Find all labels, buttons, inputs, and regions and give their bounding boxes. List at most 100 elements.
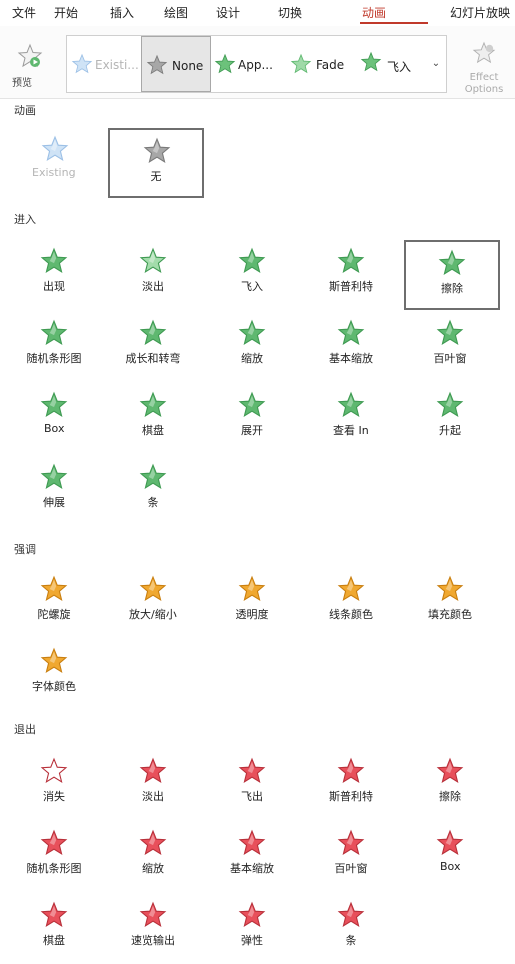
effect-item-label: 升起: [439, 424, 461, 437]
animation-star-icon: [337, 391, 365, 417]
tab-animations[interactable]: 动画: [362, 4, 386, 21]
tab-transitions[interactable]: 切换: [278, 4, 302, 21]
animation-star-icon: [238, 319, 266, 345]
effect-item-label: 擦除: [439, 790, 461, 803]
exit-effect-item[interactable]: 飞出: [206, 750, 302, 820]
section-header-entrance: 进入: [14, 213, 36, 226]
effect-item-label: 条: [345, 934, 357, 947]
gallery-item-existing[interactable]: Existi...: [67, 36, 141, 92]
animation-star-icon: [40, 247, 68, 273]
tab-insert[interactable]: 插入: [110, 4, 134, 21]
exit-effect-item[interactable]: 条: [305, 894, 401, 964]
effect-item-label: 查看 In: [333, 424, 369, 437]
entrance-effect-item[interactable]: 百叶窗: [404, 312, 500, 382]
entrance-effect-item[interactable]: 淡出: [107, 240, 203, 310]
existing-star-icon: [71, 53, 93, 74]
tab-file[interactable]: 文件: [12, 4, 36, 21]
entrance-effect-item[interactable]: 擦除: [404, 240, 500, 310]
entrance-effect-item[interactable]: 查看 In: [305, 384, 401, 454]
section-header-emphasis: 强调: [14, 543, 36, 556]
tab-design[interactable]: 设计: [216, 4, 240, 21]
section-header-animation: 动画: [14, 104, 36, 117]
animation-star-icon: [436, 391, 464, 417]
gallery-item-fly-in[interactable]: 飞入: [353, 36, 427, 92]
entrance-effect-item[interactable]: 展开: [206, 384, 302, 454]
animation-effect-item[interactable]: 无: [108, 128, 204, 198]
effect-item-label: 缩放: [241, 352, 263, 365]
entrance-effect-item[interactable]: 升起: [404, 384, 500, 454]
gray-star-icon: [146, 54, 168, 75]
emphasis-effect-item[interactable]: 线条颜色: [305, 568, 401, 638]
effect-item-label: 消失: [43, 790, 65, 803]
entrance-effect-item[interactable]: 缩放: [206, 312, 302, 382]
effect-item-label: 棋盘: [43, 934, 65, 947]
animation-star-icon: [238, 391, 266, 417]
exit-effect-item[interactable]: 擦除: [404, 750, 500, 820]
entrance-effect-item[interactable]: Box: [8, 384, 104, 454]
emphasis-effect-item[interactable]: 透明度: [206, 568, 302, 638]
gallery-item-label: None: [172, 59, 204, 73]
section-header-exit: 退出: [14, 723, 36, 736]
exit-effect-item[interactable]: 基本缩放: [206, 822, 302, 892]
gallery-item-label: 飞入: [387, 60, 412, 74]
animation-star-icon: [238, 829, 266, 855]
exit-effect-item[interactable]: 百叶窗: [305, 822, 401, 892]
exit-effect-item[interactable]: 棋盘: [8, 894, 104, 964]
exit-effect-item[interactable]: 消失: [8, 750, 104, 820]
effect-item-label: 放大/缩小: [129, 608, 177, 621]
effect-item-label: 陀螺旋: [37, 608, 71, 621]
green-star-burst-icon: [214, 53, 236, 74]
animation-star-icon: [436, 319, 464, 345]
tab-slideshow[interactable]: 幻灯片放映: [450, 4, 510, 21]
entrance-effect-item[interactable]: 随机条形图: [8, 312, 104, 382]
entrance-effect-item[interactable]: 飞入: [206, 240, 302, 310]
ribbon-body: 预览 Existi... None App... Fade 飞入 ⌄ Effec…: [0, 26, 515, 99]
emphasis-effect-item[interactable]: 放大/缩小: [107, 568, 203, 638]
effect-item-label: 淡出: [142, 280, 164, 293]
exit-effect-item[interactable]: 缩放: [107, 822, 203, 892]
gallery-more-button[interactable]: ⌄: [426, 35, 447, 93]
effect-item-label: 缩放: [142, 862, 164, 875]
animation-star-icon: [337, 247, 365, 273]
animation-star-icon: [238, 575, 266, 601]
exit-effect-item[interactable]: 淡出: [107, 750, 203, 820]
gallery-item-appear[interactable]: App...: [211, 36, 285, 92]
entrance-effect-item[interactable]: 基本缩放: [305, 312, 401, 382]
exit-effect-item[interactable]: 随机条形图: [8, 822, 104, 892]
effect-options-icon: [472, 41, 496, 64]
exit-effect-item[interactable]: Box: [404, 822, 500, 892]
preview-button[interactable]: 预览: [2, 30, 54, 94]
entrance-effect-item[interactable]: 出现: [8, 240, 104, 310]
animation-star-icon: [438, 249, 466, 275]
entrance-effect-item[interactable]: 伸展: [8, 456, 104, 526]
entrance-effect-item[interactable]: 棋盘: [107, 384, 203, 454]
entrance-effect-item[interactable]: 斯普利特: [305, 240, 401, 310]
entrance-effect-item[interactable]: 成长和转弯: [107, 312, 203, 382]
animation-gallery: Existi... None App... Fade 飞入: [66, 35, 428, 93]
green-star-fade-icon: [290, 53, 312, 74]
animation-star-icon: [436, 575, 464, 601]
entrance-effect-item[interactable]: 条: [107, 456, 203, 526]
effect-options-button[interactable]: Effect Options: [456, 30, 512, 95]
gallery-item-none[interactable]: None: [141, 36, 211, 92]
tab-draw[interactable]: 绘图: [164, 4, 188, 21]
chevron-down-icon: ⌄: [431, 58, 441, 69]
exit-effect-item[interactable]: 弹性: [206, 894, 302, 964]
effect-item-label: 字体颜色: [32, 680, 76, 693]
exit-effect-item[interactable]: 速览输出: [107, 894, 203, 964]
exit-effect-item[interactable]: 斯普利特: [305, 750, 401, 820]
effect-item-label: 基本缩放: [329, 352, 373, 365]
animation-star-icon: [337, 319, 365, 345]
animation-star-icon: [139, 901, 167, 927]
emphasis-effect-item[interactable]: 填充颜色: [404, 568, 500, 638]
emphasis-effect-item[interactable]: 陀螺旋: [8, 568, 104, 638]
effect-item-label: 出现: [43, 280, 65, 293]
animation-effect-item[interactable]: Existing: [8, 128, 104, 198]
emphasis-effect-item[interactable]: 字体颜色: [8, 640, 104, 710]
ribbon-tabs: 文件 开始 插入 绘图 设计 切换 动画 幻灯片放映: [0, 0, 515, 26]
tab-home[interactable]: 开始: [54, 4, 78, 21]
animation-star-icon: [139, 391, 167, 417]
animation-star-icon: [238, 757, 266, 783]
gallery-item-fade[interactable]: Fade: [285, 36, 353, 92]
gallery-item-label: Fade: [316, 58, 345, 72]
